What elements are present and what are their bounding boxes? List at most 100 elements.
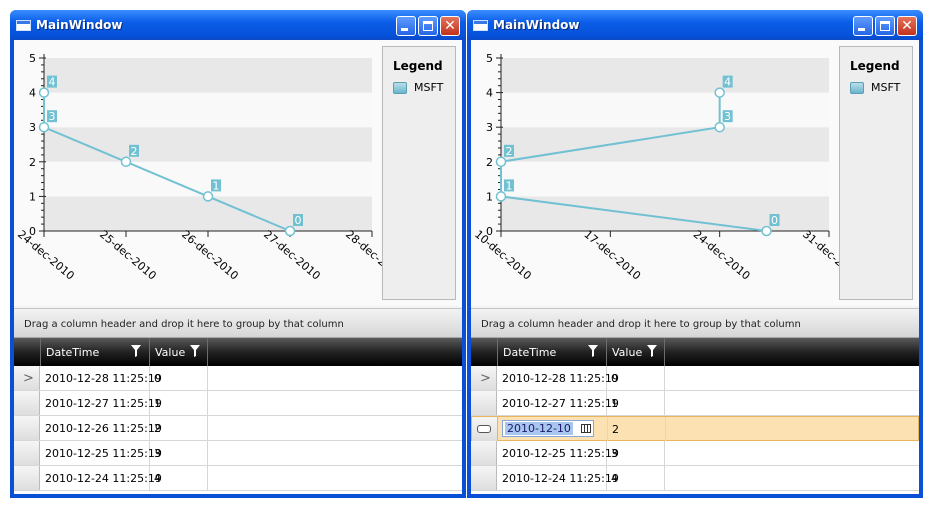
column-header-datetime[interactable]: DateTime — [41, 338, 150, 366]
cell-text: 2010-12-28 11:25:19 — [45, 372, 162, 385]
cell-datetime[interactable]: 2010-12-27 11:25:19 — [41, 391, 162, 415]
table-row[interactable]: 2010-12-27 11:25:19 1 — [471, 391, 919, 416]
cell-datetime[interactable]: 2010-12-27 11:25:19 — [498, 391, 619, 415]
calendar-icon[interactable] — [581, 424, 591, 433]
column-header-value[interactable]: Value — [607, 338, 665, 366]
maximize-button[interactable] — [418, 16, 438, 36]
cell-datetime[interactable]: 2010-12-24 11:25:19 — [41, 466, 162, 490]
cell-datetime[interactable]: 2010-12-26 11:25:19 — [41, 416, 162, 440]
header-row-selector — [14, 338, 41, 366]
table-row[interactable]: 2010-12-24 11:25:19 4 — [14, 466, 462, 491]
x-tick-label: 24-dec-2010 — [691, 228, 753, 283]
row-selector[interactable] — [472, 417, 498, 441]
cell-text: 2 — [612, 423, 619, 436]
window-title: MainWindow — [493, 18, 580, 32]
filter-icon[interactable] — [131, 345, 141, 357]
maximize-button[interactable] — [875, 16, 895, 36]
row-selector[interactable] — [14, 391, 40, 415]
column-header-label: DateTime — [503, 346, 557, 359]
cell-text: 2010-12-25 11:25:19 — [502, 447, 619, 460]
close-button[interactable]: ✕ — [897, 16, 917, 36]
filter-icon[interactable] — [588, 345, 598, 357]
chart-band — [44, 127, 372, 162]
date-picker-value: 2010-12-10 — [505, 422, 573, 435]
table-row-editing[interactable]: 2010-12-10 2 — [471, 416, 919, 441]
group-by-panel[interactable]: Drag a column header and drop it here to… — [471, 308, 919, 338]
grid-header: DateTime Value — [14, 338, 462, 366]
cell-datetime[interactable]: 2010-12-28 11:25:19 — [498, 366, 619, 390]
row-selector[interactable] — [471, 441, 497, 465]
cell-value[interactable]: 4 — [607, 466, 665, 490]
table-row[interactable]: 2010-12-25 11:25:19 3 — [471, 441, 919, 466]
column-header-datetime[interactable]: DateTime — [498, 338, 607, 366]
data-point — [495, 156, 507, 168]
cell-value[interactable]: 1 — [607, 391, 665, 415]
table-row[interactable]: 2010-12-24 11:25:19 4 — [471, 466, 919, 491]
data-label: 2 — [506, 145, 513, 158]
cell-value[interactable]: 3 — [150, 441, 208, 465]
cell-value[interactable]: 0 — [150, 366, 208, 390]
cell-text: 2010-12-24 11:25:19 — [45, 472, 162, 485]
cell-value[interactable]: 4 — [150, 466, 208, 490]
minimize-button[interactable] — [396, 16, 416, 36]
cell-datetime[interactable]: 2010-12-28 11:25:19 — [41, 366, 162, 390]
close-icon: ✕ — [444, 18, 456, 34]
row-selector[interactable] — [471, 391, 497, 415]
current-row-icon: > — [23, 371, 34, 386]
table-row[interactable]: 2010-12-27 11:25:19 1 — [14, 391, 462, 416]
cell-datetime[interactable]: 2010-12-10 — [499, 417, 608, 441]
filter-icon[interactable] — [190, 345, 200, 357]
cell-value[interactable]: 2 — [150, 416, 208, 440]
cell-value[interactable]: 2 — [608, 417, 666, 441]
line-chart: 01234524-dec-2010 25-dec-2010 26-dec-2010 2… — [15, 52, 382, 283]
cell-text: 2010-12-27 11:25:19 — [45, 397, 162, 410]
chart-band — [44, 92, 372, 128]
y-tick-label: 3 — [29, 121, 36, 134]
minimize-button[interactable] — [853, 16, 873, 36]
group-by-panel[interactable]: Drag a column header and drop it here to… — [14, 308, 462, 338]
data-grid: DateTime Value > 2010-12-28 11:25:19 0 2… — [14, 338, 462, 494]
row-selector[interactable] — [471, 466, 497, 490]
column-header-value[interactable]: Value — [150, 338, 208, 366]
data-point — [284, 225, 296, 237]
filter-icon[interactable] — [647, 345, 657, 357]
chart-band — [501, 196, 829, 231]
legend-title: Legend — [393, 59, 443, 73]
data-point — [714, 121, 725, 133]
cell-datetime[interactable]: 2010-12-24 11:25:19 — [498, 466, 619, 490]
main-window-right: MainWindow ✕ 0 1 2 3 4 5 10-dec-2010 17-dec-201… — [467, 10, 923, 498]
main-window-left: MainWindow ✕ 0 1 2 3 4 5 24-dec-2010 25-dec-201… — [10, 10, 466, 498]
row-selector[interactable]: > — [471, 366, 497, 390]
data-grid: DateTime Value > 2010-12-28 11:25:19 0 2… — [471, 338, 919, 494]
date-picker-input[interactable]: 2010-12-10 — [502, 420, 594, 437]
title-bar[interactable]: MainWindow ✕ — [10, 10, 466, 40]
title-bar[interactable]: MainWindow ✕ — [467, 10, 923, 40]
header-row-selector — [471, 338, 498, 366]
chart-band — [44, 58, 372, 93]
legend-swatch-msft — [393, 82, 407, 94]
cell-datetime[interactable]: 2010-12-25 11:25:19 — [41, 441, 162, 465]
table-row[interactable]: 2010-12-26 11:25:19 2 — [14, 416, 462, 441]
data-point — [761, 225, 772, 237]
row-selector[interactable] — [14, 416, 40, 440]
cell-value[interactable]: 0 — [607, 366, 665, 390]
row-selector[interactable] — [14, 466, 40, 490]
table-row[interactable]: > 2010-12-28 11:25:19 0 — [471, 366, 919, 391]
column-header-label: DateTime — [46, 346, 100, 359]
chart-band — [501, 92, 829, 128]
row-selector[interactable] — [14, 441, 40, 465]
table-row[interactable]: 2010-12-25 11:25:19 3 — [14, 441, 462, 466]
cell-value[interactable]: 3 — [607, 441, 665, 465]
cell-text: 2010-12-24 11:25:19 — [502, 472, 619, 485]
data-point — [120, 156, 132, 168]
column-header-label: Value — [612, 346, 643, 359]
cell-text: 2010-12-25 11:25:19 — [45, 447, 162, 460]
data-label: 3 — [724, 110, 731, 123]
cell-value[interactable]: 1 — [150, 391, 208, 415]
close-button[interactable]: ✕ — [440, 16, 460, 36]
maximize-icon — [880, 21, 890, 31]
row-selector[interactable]: > — [14, 366, 40, 390]
cell-datetime[interactable]: 2010-12-25 11:25:19 — [498, 441, 619, 465]
data-point — [38, 87, 50, 98]
table-row[interactable]: > 2010-12-28 11:25:19 0 — [14, 366, 462, 391]
